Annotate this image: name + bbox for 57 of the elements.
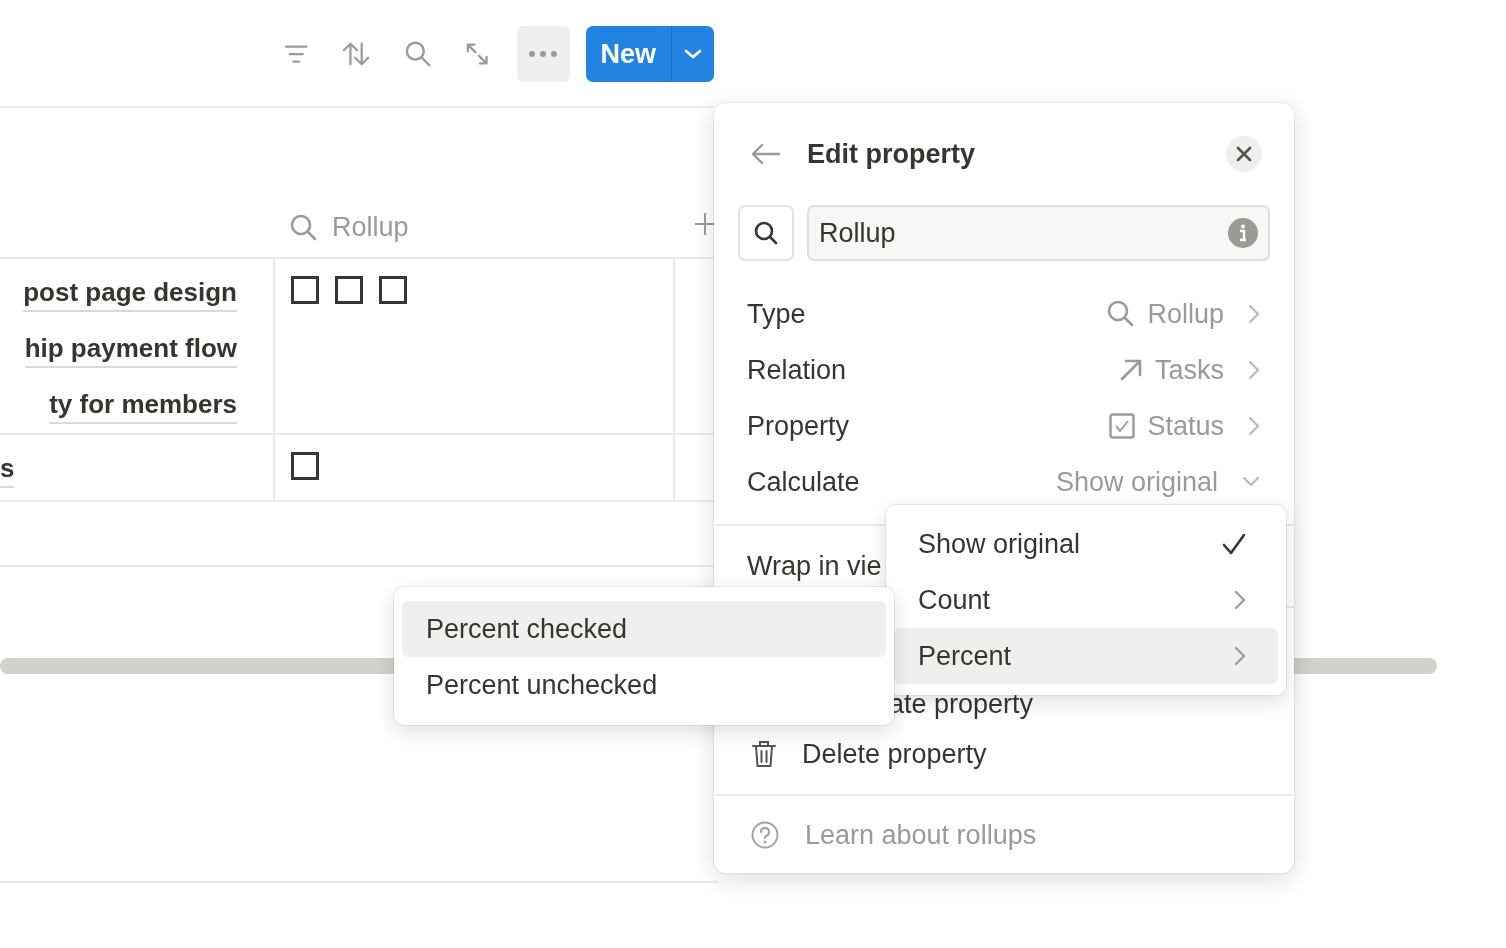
name-field[interactable]: Rollup — [807, 205, 1270, 261]
checkbox[interactable] — [379, 276, 407, 304]
property-setting-row[interactable]: Calculate Show original — [714, 454, 1294, 510]
checkbox[interactable] — [291, 276, 319, 304]
menu-item[interactable]: Percent checked — [402, 601, 886, 657]
menu-item[interactable]: Show original — [894, 516, 1278, 572]
search-icon[interactable] — [404, 40, 431, 68]
setting-value: Tasks — [1154, 354, 1224, 386]
setting-label: Calculate — [747, 466, 860, 498]
close-button[interactable] — [1226, 136, 1262, 172]
back-arrow-icon[interactable] — [751, 143, 781, 165]
search-icon — [753, 220, 779, 246]
setting-value: Show original — [1055, 466, 1218, 498]
add-column-icon[interactable] — [695, 213, 715, 235]
setting-label: Property — [747, 410, 850, 442]
panel-title: Edit property — [807, 138, 976, 170]
help-icon — [751, 821, 779, 849]
relation-link[interactable]: post page design — [23, 275, 237, 312]
setting-label: Type — [747, 298, 806, 330]
ellipsis-icon — [529, 51, 558, 57]
menu-item[interactable]: Percent — [894, 628, 1278, 684]
arrow-up-right-icon — [1118, 358, 1143, 382]
relation-link[interactable]: s — [0, 451, 15, 488]
property-setting-row[interactable]: Relation Tasks — [714, 342, 1294, 398]
expand-icon[interactable] — [464, 41, 490, 67]
relation-link[interactable]: ty for members — [49, 387, 237, 424]
chevron-right-icon — [1234, 646, 1246, 666]
trash-icon — [752, 740, 776, 768]
menu-item[interactable]: Percent unchecked — [402, 657, 886, 713]
chevron-right-icon — [1248, 416, 1260, 436]
more-button[interactable] — [517, 26, 570, 82]
setting-value: Rollup — [1147, 298, 1224, 330]
icon-picker-button[interactable] — [738, 205, 794, 261]
close-icon — [1236, 146, 1252, 162]
sort-icon[interactable] — [342, 41, 371, 67]
property-setting-row[interactable]: Type Rollup — [714, 286, 1294, 342]
menu-item[interactable]: Wrap in vie — [747, 550, 882, 582]
checkbox[interactable] — [291, 452, 319, 480]
chevron-down-icon — [1242, 476, 1260, 488]
chevron-right-icon — [1248, 360, 1260, 380]
chevron-down-icon — [683, 49, 702, 59]
property-setting-row[interactable]: Property Status — [714, 398, 1294, 454]
delete-property-item[interactable]: Delete property — [722, 726, 1286, 782]
search-icon — [1107, 300, 1136, 328]
setting-label: Relation — [747, 354, 847, 386]
relation-link[interactable]: hip payment flow — [24, 331, 237, 368]
search-icon — [290, 213, 318, 242]
new-dropdown-button[interactable] — [670, 26, 714, 82]
checkbox[interactable] — [335, 276, 363, 304]
checkbox-icon — [1109, 413, 1136, 439]
chevron-right-icon — [1234, 590, 1246, 610]
menu-item[interactable]: Count — [894, 572, 1278, 628]
new-button[interactable]: New — [585, 26, 671, 82]
setting-value: Status — [1147, 410, 1224, 442]
info-icon[interactable] — [1228, 218, 1258, 248]
chevron-right-icon — [1248, 304, 1260, 324]
filter-icon[interactable] — [284, 43, 309, 65]
